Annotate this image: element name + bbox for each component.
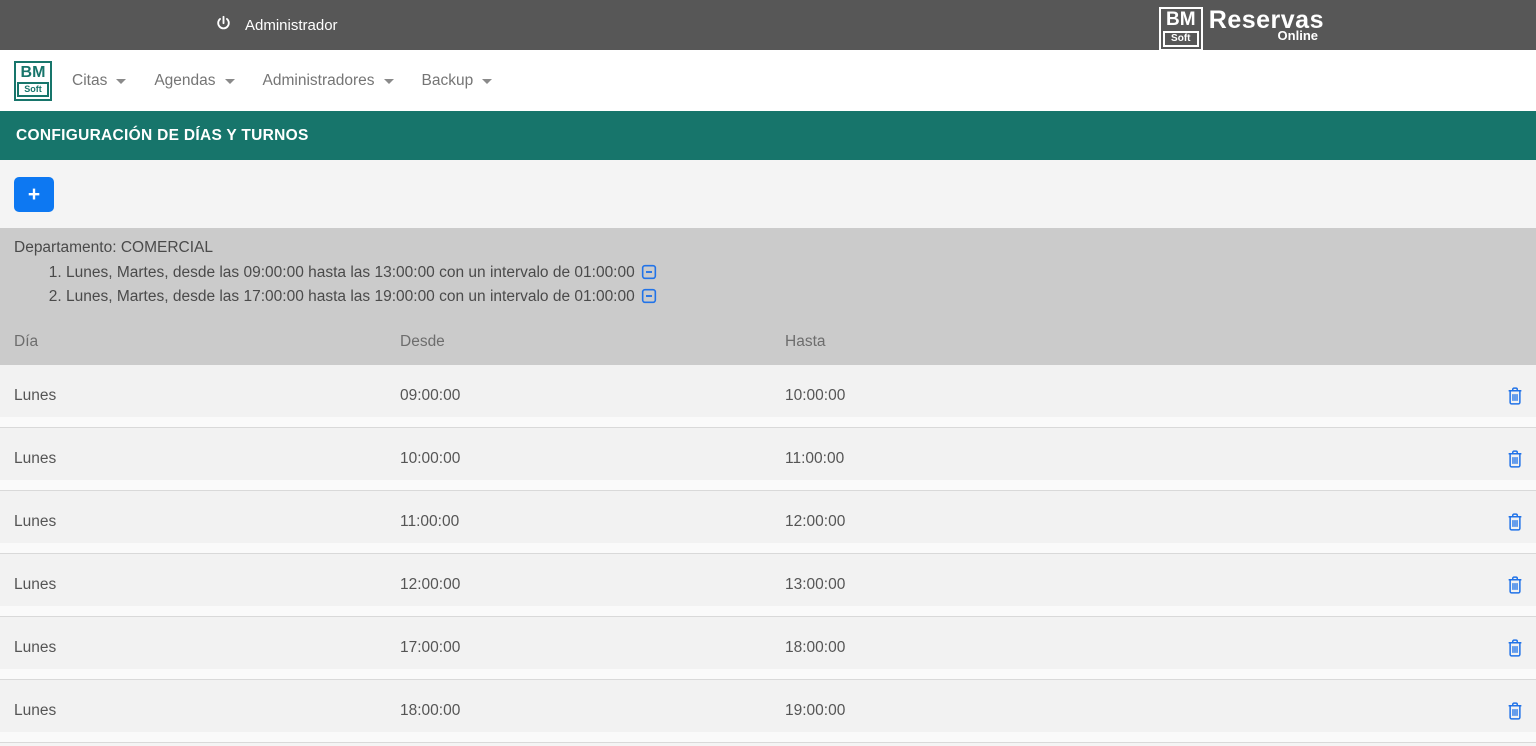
delete-row-button[interactable] bbox=[1506, 449, 1524, 469]
trash-icon bbox=[1506, 449, 1524, 469]
cell-to: 10:00:00 bbox=[785, 387, 1478, 405]
cell-day: Lunes bbox=[0, 450, 400, 468]
shift-list-item: Lunes, Martes, desde las 09:00:00 hasta … bbox=[66, 261, 1522, 285]
add-shift-button[interactable]: + bbox=[14, 177, 54, 212]
delete-row-button[interactable] bbox=[1506, 638, 1524, 658]
remove-shift-button[interactable] bbox=[641, 288, 657, 304]
cell-from: 18:00:00 bbox=[400, 702, 785, 720]
chevron-down-icon bbox=[225, 79, 235, 84]
trash-icon bbox=[1506, 701, 1524, 721]
nav-menu-item[interactable]: Backup bbox=[422, 72, 493, 90]
trash-icon bbox=[1506, 512, 1524, 532]
cell-day: Lunes bbox=[0, 639, 400, 657]
table-row: Lunes 09:00:00 10:00:00 bbox=[0, 365, 1536, 428]
page-title: CONFIGURACIÓN DE DÍAS Y TURNOS bbox=[16, 127, 309, 145]
table-row: Lunes 12:00:00 13:00:00 bbox=[0, 554, 1536, 617]
delete-row-button[interactable] bbox=[1506, 575, 1524, 595]
cell-from: 12:00:00 bbox=[400, 576, 785, 594]
shift-list-item: Lunes, Martes, desde las 17:00:00 hasta … bbox=[66, 285, 1522, 309]
nav-menu-item[interactable]: Agendas bbox=[154, 72, 234, 90]
header-hasta: Hasta bbox=[785, 333, 1478, 351]
bm-soft-logo: BM Soft bbox=[1159, 7, 1203, 51]
brand-subtitle: Online bbox=[1278, 28, 1318, 43]
main-navbar: BM Soft Citas Agendas Administradores Ba… bbox=[0, 50, 1536, 111]
table-row: Lunes 17:00:00 18:00:00 bbox=[0, 617, 1536, 680]
cell-to: 19:00:00 bbox=[785, 702, 1478, 720]
table-header-row: Día Desde Hasta bbox=[0, 319, 1536, 365]
cell-day: Lunes bbox=[0, 513, 400, 531]
delete-row-button[interactable] bbox=[1506, 701, 1524, 721]
department-title: Departamento: COMERCIAL bbox=[14, 237, 1522, 259]
department-panel: Departamento: COMERCIAL Lunes, Martes, d… bbox=[0, 228, 1536, 319]
nav-menu: Citas Agendas Administradores Backup bbox=[72, 72, 492, 90]
delete-row-button[interactable] bbox=[1506, 512, 1524, 532]
nav-menu-item[interactable]: Citas bbox=[72, 72, 126, 90]
chevron-down-icon bbox=[482, 79, 492, 84]
table-row: Lunes 10:00:00 11:00:00 bbox=[0, 428, 1536, 491]
header-desde: Desde bbox=[400, 333, 785, 351]
trash-icon bbox=[1506, 386, 1524, 406]
shift-list: Lunes, Martes, desde las 09:00:00 hasta … bbox=[14, 261, 1522, 309]
logout-user-button[interactable]: Administrador bbox=[215, 0, 338, 50]
topbar: Administrador BM Soft Reservas Online bbox=[0, 0, 1536, 50]
cell-from: 11:00:00 bbox=[400, 513, 785, 531]
navbar-home-logo[interactable]: BM Soft bbox=[14, 61, 52, 101]
delete-row-button[interactable] bbox=[1506, 386, 1524, 406]
cell-from: 17:00:00 bbox=[400, 639, 785, 657]
nav-menu-item[interactable]: Administradores bbox=[263, 72, 394, 90]
cell-to: 13:00:00 bbox=[785, 576, 1478, 594]
user-label: Administrador bbox=[245, 17, 338, 34]
trash-icon bbox=[1506, 575, 1524, 595]
section-header: CONFIGURACIÓN DE DÍAS Y TURNOS bbox=[0, 111, 1536, 160]
brand-logo: BM Soft Reservas Online bbox=[1159, 7, 1324, 51]
chevron-down-icon bbox=[384, 79, 394, 84]
table-body: Lunes 09:00:00 10:00:00 Lunes 1 bbox=[0, 365, 1536, 743]
chevron-down-icon bbox=[116, 79, 126, 84]
cell-day: Lunes bbox=[0, 576, 400, 594]
table-row: Lunes 11:00:00 12:00:00 bbox=[0, 491, 1536, 554]
cell-to: 12:00:00 bbox=[785, 513, 1478, 531]
remove-shift-button[interactable] bbox=[641, 264, 657, 280]
cell-to: 11:00:00 bbox=[785, 450, 1478, 468]
cell-day: Lunes bbox=[0, 702, 400, 720]
cell-from: 10:00:00 bbox=[400, 450, 785, 468]
power-icon bbox=[215, 15, 232, 36]
table-row: Lunes 18:00:00 19:00:00 bbox=[0, 680, 1536, 743]
trash-icon bbox=[1506, 638, 1524, 658]
cell-to: 18:00:00 bbox=[785, 639, 1478, 657]
cell-day: Lunes bbox=[0, 387, 400, 405]
header-dia: Día bbox=[0, 333, 400, 351]
cell-from: 09:00:00 bbox=[400, 387, 785, 405]
